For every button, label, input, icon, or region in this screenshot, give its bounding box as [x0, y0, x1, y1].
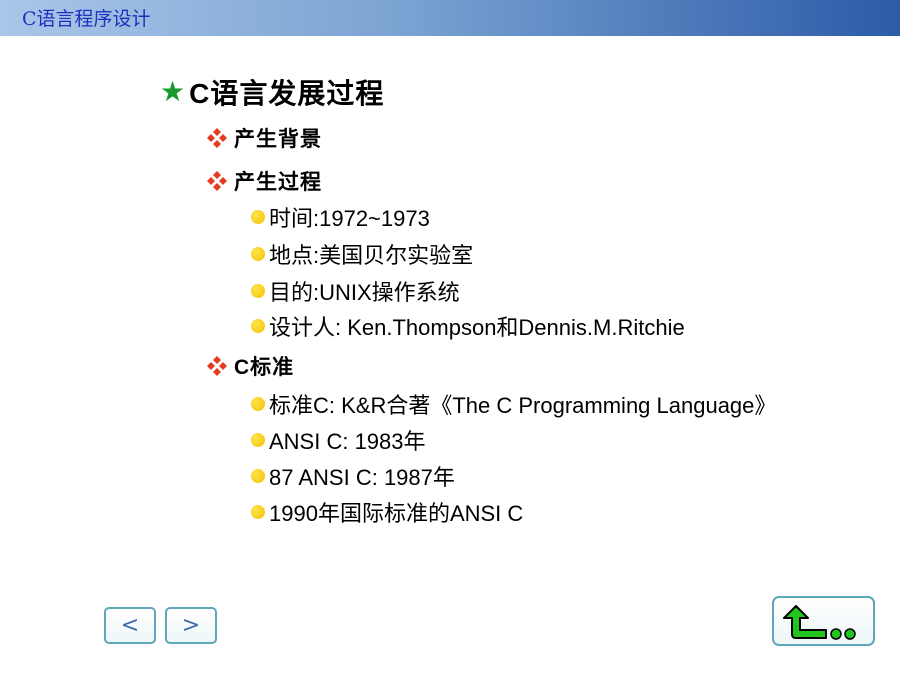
section-process-label: 产生过程 — [234, 171, 322, 194]
bullet-dot-icon — [251, 247, 265, 261]
list-item-text: 时间:1972~1973 — [269, 206, 430, 231]
main-heading: ★ C语言发展过程 — [160, 74, 384, 110]
section-background-label: 产生背景 — [234, 128, 322, 151]
section-background: 产生背景 — [206, 124, 322, 152]
chevron-right-icon: > — [181, 613, 201, 638]
bullet-dot-icon — [251, 397, 265, 411]
list-item-text: 标准C: K&R合著《The C Programming Language》 — [269, 393, 777, 418]
bullet-dot-icon — [251, 284, 265, 298]
bullet-dot-icon — [251, 433, 265, 447]
return-button[interactable] — [772, 596, 875, 646]
list-item: 设计人: Ken.Thompson和Dennis.M.Ritchie — [251, 312, 685, 340]
bullet-dot-icon — [251, 505, 265, 519]
bullet-dot-icon — [251, 319, 265, 333]
list-item-text: 87 ANSI C: 1987年 — [269, 465, 455, 490]
diamond-bullet-icon — [207, 128, 227, 148]
list-item: 目的:UNIX操作系统 — [251, 277, 460, 305]
return-arrow-icon — [783, 605, 856, 640]
heading-text: C语言发展过程 — [189, 78, 385, 109]
section-standard: C标准 — [206, 352, 294, 380]
diamond-bullet-icon — [207, 171, 227, 191]
star-icon: ★ — [160, 76, 186, 107]
list-item: 1990年国际标准的ANSI C — [251, 498, 523, 526]
chevron-left-icon: < — [120, 613, 140, 638]
list-item-text: 设计人: Ken.Thompson和Dennis.M.Ritchie — [269, 315, 685, 340]
bullet-dot-icon — [251, 469, 265, 483]
page-title: C语言程序设计 — [22, 8, 151, 30]
section-process: 产生过程 — [206, 167, 322, 195]
list-item-text: ANSI C: 1983年 — [269, 429, 426, 454]
list-item: 地点:美国贝尔实验室 — [251, 240, 473, 268]
list-item-text: 1990年国际标准的ANSI C — [269, 501, 524, 526]
list-item: ANSI C: 1983年 — [251, 426, 426, 454]
list-item: 标准C: K&R合著《The C Programming Language》 — [251, 390, 776, 418]
section-standard-label: C标准 — [234, 356, 295, 379]
list-item: 时间:1972~1973 — [251, 203, 430, 231]
bullet-dot-icon — [251, 210, 265, 224]
prev-button[interactable]: < — [104, 607, 156, 644]
list-item-text: 地点:美国贝尔实验室 — [269, 243, 474, 268]
title-bar: C语言程序设计 — [0, 0, 900, 36]
list-item: 87 ANSI C: 1987年 — [251, 462, 455, 490]
diamond-bullet-icon — [207, 356, 227, 376]
next-button[interactable]: > — [165, 607, 217, 644]
list-item-text: 目的:UNIX操作系统 — [269, 280, 460, 305]
